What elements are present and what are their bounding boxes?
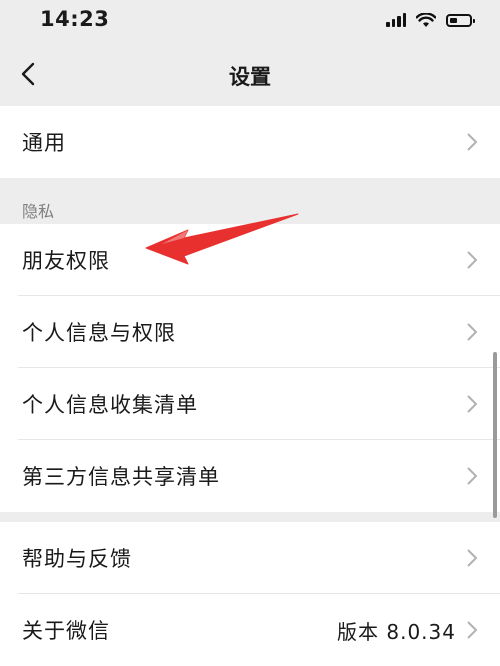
- general-group: 通用: [0, 106, 500, 178]
- section-gap: [0, 512, 500, 522]
- version-value: 版本 8.0.34: [337, 620, 456, 644]
- section-header-label: 隐私: [22, 202, 55, 221]
- chevron-right-icon: [467, 467, 478, 485]
- status-icons: [386, 11, 475, 29]
- chevron-right-icon: [467, 133, 478, 151]
- settings-item-label: 个人信息与权限: [22, 321, 176, 345]
- settings-item-about-wechat[interactable]: 关于微信 版本 8.0.34: [0, 594, 500, 666]
- wifi-icon: [416, 12, 436, 27]
- settings-item-label: 个人信息收集清单: [22, 393, 198, 417]
- settings-item-personal-info-collection[interactable]: 个人信息收集清单: [0, 368, 500, 440]
- chevron-right-icon: [467, 621, 478, 639]
- chevron-right-icon: [467, 251, 478, 269]
- settings-item-label: 通用: [22, 131, 66, 155]
- settings-item-third-party-sharing[interactable]: 第三方信息共享清单: [0, 440, 500, 512]
- chevron-right-icon: [467, 323, 478, 341]
- chevron-right-icon: [467, 395, 478, 413]
- red-arrow-pointer-icon: [145, 213, 299, 265]
- settings-item-label: 朋友权限: [22, 249, 110, 273]
- scrollbar[interactable]: [493, 352, 497, 518]
- settings-item-label: 关于微信: [22, 619, 110, 643]
- settings-item-personal-info-permissions[interactable]: 个人信息与权限: [0, 296, 500, 368]
- about-group: 帮助与反馈 关于微信 版本 8.0.34: [0, 522, 500, 666]
- settings-item-label: 第三方信息共享清单: [22, 465, 220, 489]
- battery-icon: [446, 13, 475, 27]
- settings-item-general[interactable]: 通用: [0, 106, 500, 178]
- page-title: 设置: [229, 65, 271, 89]
- settings-item-label: 帮助与反馈: [22, 547, 132, 571]
- signal-icon: [386, 13, 406, 27]
- nav-bar: 设置: [0, 42, 500, 106]
- chevron-right-icon: [467, 549, 478, 567]
- settings-item-help-feedback[interactable]: 帮助与反馈: [0, 522, 500, 594]
- status-time: 14:23: [40, 7, 110, 31]
- status-bar: 14:23: [0, 0, 500, 42]
